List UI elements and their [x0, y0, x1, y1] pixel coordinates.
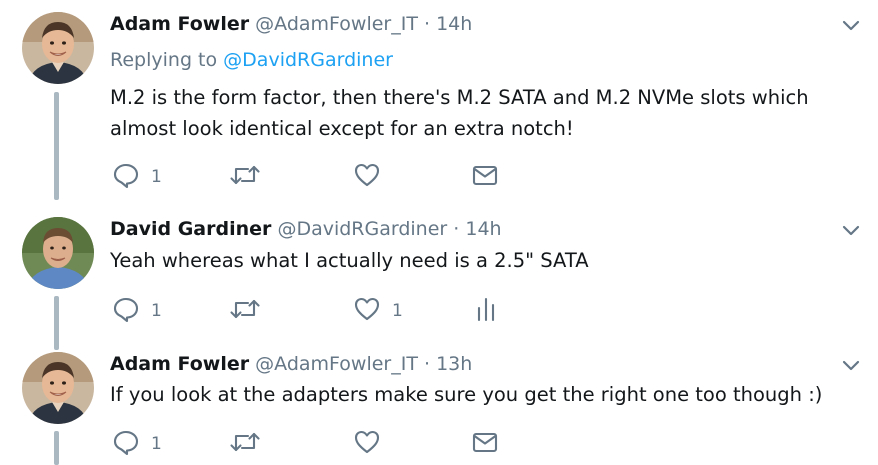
display-name[interactable]: David Gardiner — [110, 218, 271, 240]
chevron-down-icon[interactable] — [838, 13, 864, 39]
reply-count: 1 — [151, 434, 162, 454]
reply-icon — [113, 163, 139, 189]
timestamp[interactable]: 14h — [465, 218, 501, 240]
tweet-2[interactable]: David Gardiner @DavidRGardiner · 14h Yea… — [0, 200, 878, 350]
retweet-button[interactable] — [228, 294, 262, 324]
retweet-icon — [230, 299, 260, 319]
display-name[interactable]: Adam Fowler — [110, 353, 249, 375]
tweet-text: If you look at the adapters make sure yo… — [110, 383, 823, 406]
avatar-adam-fowler-image — [22, 12, 94, 84]
username[interactable]: @AdamFowler_IT — [255, 353, 418, 375]
avatar[interactable] — [22, 352, 94, 424]
replying-prefix: Replying to — [110, 49, 218, 71]
tweet-header: David Gardiner @DavidRGardiner · 14h — [110, 216, 502, 242]
retweet-button[interactable] — [228, 427, 262, 457]
reply-button[interactable]: 1 — [112, 294, 162, 324]
tweet-1[interactable]: Adam Fowler @AdamFowler_IT · 14h Replyin… — [0, 0, 878, 200]
reply-count: 1 — [151, 301, 162, 321]
like-button[interactable]: 1 — [353, 294, 403, 324]
avatar-david-gardiner-image — [22, 217, 94, 289]
reply-icon — [113, 430, 139, 456]
mail-icon — [472, 432, 498, 453]
separator: · — [424, 13, 431, 35]
tweet-actions: 1 1 — [110, 294, 530, 324]
reply-button[interactable]: 1 — [112, 427, 162, 457]
replying-to-link[interactable]: @DavidRGardiner — [223, 49, 393, 71]
retweet-icon — [230, 432, 260, 452]
reply-button[interactable]: 1 — [112, 160, 162, 190]
direct-message-button[interactable] — [471, 427, 499, 457]
heart-icon — [354, 163, 380, 187]
analytics-button[interactable] — [474, 294, 498, 324]
timestamp[interactable]: 14h — [436, 13, 472, 35]
tweet-text: Yeah whereas what I actually need is a 2… — [110, 249, 589, 272]
retweet-icon — [230, 165, 260, 185]
heart-icon — [354, 430, 380, 454]
like-button[interactable] — [353, 160, 392, 190]
tweet-header: Adam Fowler @AdamFowler_IT · 14h — [110, 11, 472, 37]
tweet-actions: 1 — [110, 160, 530, 190]
chevron-down-icon[interactable] — [838, 218, 864, 244]
tweet-actions: 1 — [110, 427, 530, 457]
direct-message-button[interactable] — [471, 160, 499, 190]
username[interactable]: @DavidRGardiner — [277, 218, 447, 240]
avatar[interactable] — [22, 217, 94, 289]
timestamp[interactable]: 13h — [436, 353, 472, 375]
avatar[interactable] — [22, 12, 94, 84]
avatar-adam-fowler-image — [22, 352, 94, 424]
reply-count: 1 — [151, 167, 162, 187]
tweet-header: Adam Fowler @AdamFowler_IT · 13h — [110, 351, 472, 377]
thread-line — [54, 92, 59, 200]
display-name[interactable]: Adam Fowler — [110, 13, 249, 35]
retweet-button[interactable] — [228, 160, 262, 190]
tweet-text: M.2 is the form factor, then there's M.2… — [110, 86, 809, 140]
separator: · — [424, 353, 431, 375]
reply-icon — [113, 297, 139, 323]
like-button[interactable] — [353, 427, 392, 457]
like-count: 1 — [392, 301, 403, 321]
separator: · — [453, 218, 460, 240]
chevron-down-icon[interactable] — [838, 353, 864, 379]
mail-icon — [472, 165, 498, 186]
heart-icon — [354, 297, 380, 321]
thread-line — [54, 431, 59, 465]
analytics-icon — [477, 297, 495, 322]
username[interactable]: @AdamFowler_IT — [255, 13, 418, 35]
tweet-3[interactable]: Adam Fowler @AdamFowler_IT · 13h If you … — [0, 335, 878, 465]
replying-to: Replying to @DavidRGardiner — [110, 49, 393, 71]
